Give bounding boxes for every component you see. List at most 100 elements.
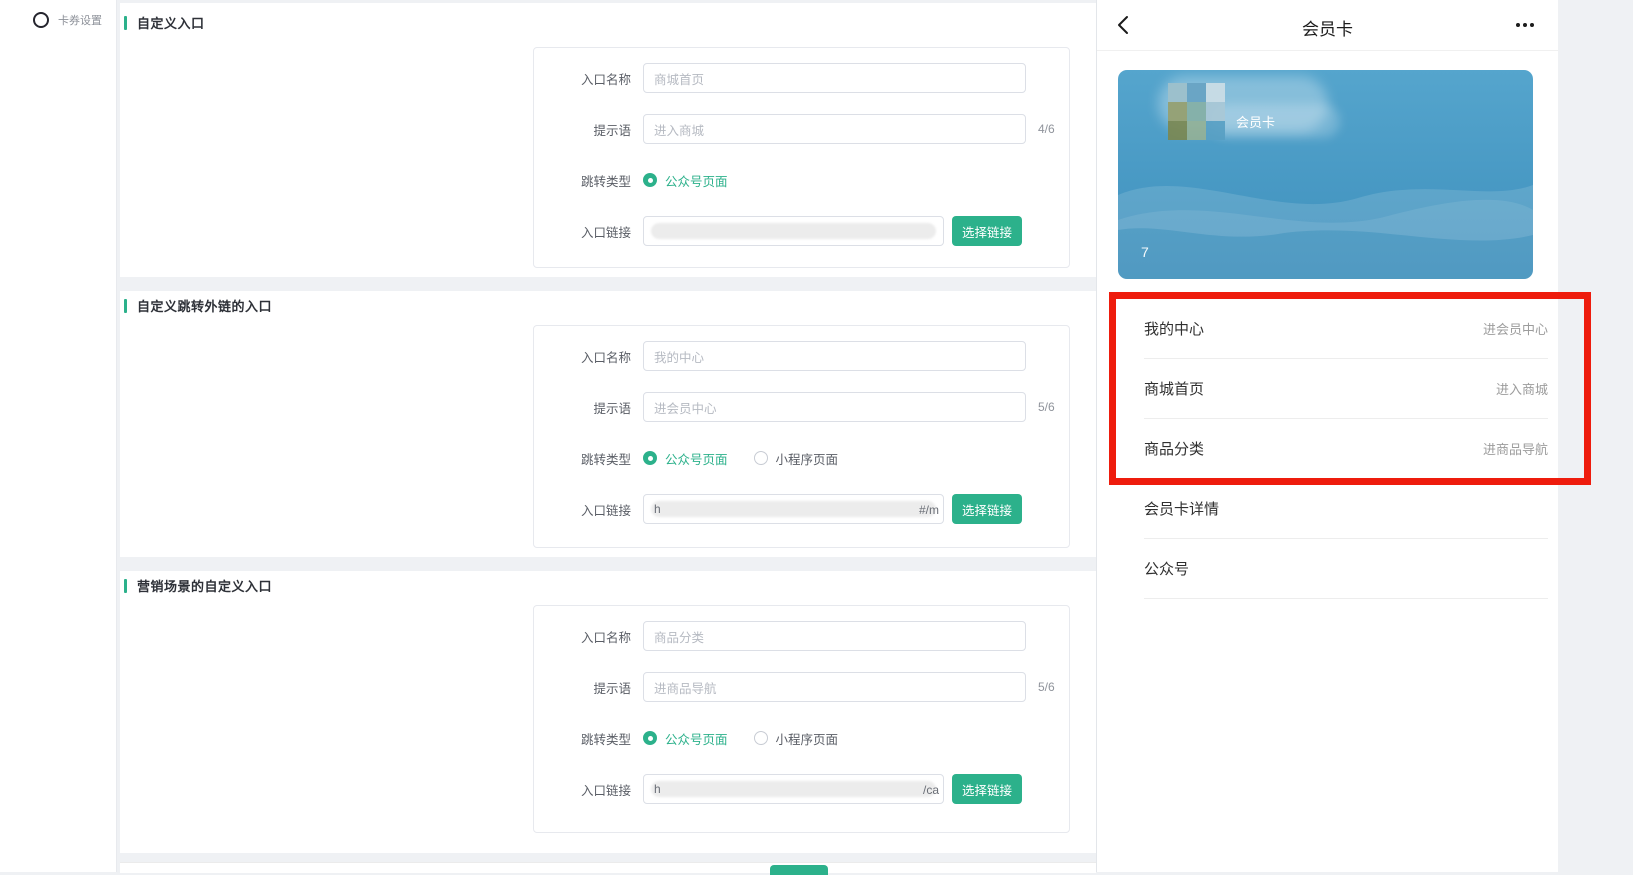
char-counter: 4/6	[1038, 122, 1055, 136]
section-title-text: 营销场景的自定义入口	[137, 576, 272, 595]
list-item-hint: 进商品导航	[1483, 439, 1548, 458]
radio-option[interactable]: 公众号页面	[643, 729, 728, 748]
blurred-link-value	[651, 501, 936, 517]
choose-link-button[interactable]: 选择链接	[952, 216, 1022, 246]
more-menu-icon[interactable]	[1516, 23, 1534, 27]
form-box: 入口名称商城首页提示语 进入商城 4/6 跳转类型 公众号页面入口链接 选择链接	[533, 47, 1070, 268]
radio-option-label: 小程序页面	[776, 449, 839, 468]
form-section-card: 自定义入口入口名称商城首页提示语 进入商城 4/6 跳转类型 公众号页面入口链接 选择链接	[120, 3, 1096, 277]
field-label: 跳转类型	[549, 729, 631, 748]
form-row: 入口链接 h#/m 选择链接	[549, 494, 1069, 524]
field-label: 提示语	[549, 398, 631, 417]
settings-form-area: 自定义入口入口名称商城首页提示语进入商城4/6跳转类型公众号页面入口链接选择链接…	[117, 0, 1096, 872]
input-value: 进商品导航	[654, 678, 717, 697]
radio-option[interactable]: 小程序页面	[754, 729, 839, 748]
list-item[interactable]: 公众号	[1144, 539, 1548, 599]
field-label: 跳转类型	[549, 449, 631, 468]
form-box: 入口名称商品分类提示语进商品导航5/6跳转类型公众号页面小程序页面入口链接h/c…	[533, 605, 1070, 833]
list-item-label: 我的中心	[1144, 318, 1204, 339]
section-title: 营销场景的自定义入口	[124, 576, 272, 595]
form-row: 提示语 进会员中心 5/6	[549, 392, 1069, 422]
radio-selected-icon	[643, 451, 657, 465]
footer-bar	[120, 862, 1096, 873]
form-box: 入口名称我的中心提示语 进会员中心 5/6 跳转类型 公众号页面 小程序页面入口链接 h#/…	[533, 325, 1070, 548]
list-item-label: 公众号	[1144, 558, 1189, 579]
link-input[interactable]	[643, 216, 944, 246]
card-number: 7	[1141, 244, 1149, 260]
radio-selected-icon	[643, 173, 657, 187]
section-title-bar-icon	[124, 16, 127, 30]
radio-option-label: 公众号页面	[665, 449, 728, 468]
sidebar-item-card-settings[interactable]: 卡券设置	[33, 12, 102, 28]
radio-option[interactable]: 公众号页面	[643, 449, 728, 468]
radio-unselected-icon	[754, 731, 768, 745]
text-input[interactable]: 进入商城	[643, 114, 1026, 144]
list-item[interactable]: 会员卡详情	[1144, 479, 1548, 539]
blurred-link-value	[651, 223, 936, 239]
list-item-label: 会员卡详情	[1144, 498, 1219, 519]
input-value: 我的中心	[654, 347, 704, 366]
entry-list: 我的中心 进会员中心商城首页 进入商城商品分类 进商品导航会员卡详情公众号	[1144, 299, 1548, 599]
field-label: 提示语	[549, 678, 631, 697]
list-item-hint: 进入商城	[1496, 379, 1548, 398]
link-input[interactable]: h/ca	[643, 774, 944, 804]
link-prefix: h	[654, 502, 661, 516]
form-row: 提示语 进入商城 4/6	[549, 114, 1069, 144]
radio-unselected-icon	[754, 451, 768, 465]
form-section-card: 自定义跳转外链的入口入口名称我的中心提示语 进会员中心 5/6 跳转类型 公众号页面 小程…	[120, 291, 1096, 557]
link-input[interactable]: h#/m	[643, 494, 944, 524]
input-value: 商城首页	[654, 69, 704, 88]
link-prefix: h	[654, 782, 661, 796]
text-input[interactable]: 我的中心	[643, 341, 1026, 371]
sidebar: 卡券设置	[0, 0, 117, 872]
section-title-bar-icon	[124, 299, 127, 313]
section-title-text: 自定义入口	[137, 13, 205, 32]
char-counter: 5/6	[1038, 680, 1055, 694]
form-row: 入口名称商城首页	[549, 63, 1069, 93]
field-label: 入口链接	[549, 222, 631, 241]
blurred-link-value	[651, 781, 936, 797]
list-item-hint: 进会员中心	[1483, 319, 1548, 338]
radio-option-label: 公众号页面	[665, 729, 728, 748]
text-input[interactable]: 商品分类	[643, 621, 1026, 651]
field-label: 提示语	[549, 120, 631, 139]
list-item[interactable]: 商品分类 进商品导航	[1144, 419, 1548, 479]
phone-page-title: 会员卡	[1097, 15, 1558, 40]
radio-option[interactable]: 公众号页面	[643, 171, 728, 190]
choose-link-button[interactable]: 选择链接	[952, 494, 1022, 524]
char-counter: 5/6	[1038, 400, 1055, 414]
input-value: 商品分类	[654, 627, 704, 646]
radio-option-label: 公众号页面	[665, 171, 728, 190]
field-label: 入口名称	[549, 627, 631, 646]
form-row: 提示语 进商品导航 5/6	[549, 672, 1069, 702]
form-row: 入口名称我的中心	[549, 341, 1069, 371]
input-value: 进会员中心	[654, 398, 717, 417]
form-row: 入口链接h/ca选择链接	[549, 774, 1069, 804]
form-row: 入口链接 选择链接	[549, 216, 1069, 246]
list-item[interactable]: 我的中心 进会员中心	[1144, 299, 1548, 359]
section-title: 自定义跳转外链的入口	[124, 296, 272, 315]
phone-preview: 会员卡 会员卡 7 我的中心 进会员中心商城首页 进入商城商品分类 进商品导航会员卡详…	[1096, 0, 1558, 872]
phone-header: 会员卡	[1097, 0, 1558, 51]
input-value: 进入商城	[654, 120, 704, 139]
text-input[interactable]: 商城首页	[643, 63, 1026, 93]
sidebar-item-label: 卡券设置	[58, 12, 102, 28]
membership-card: 会员卡 7	[1118, 70, 1533, 279]
save-button[interactable]	[770, 865, 828, 875]
field-label: 入口链接	[549, 500, 631, 519]
field-label: 跳转类型	[549, 171, 631, 190]
radio-option[interactable]: 小程序页面	[754, 449, 839, 468]
text-input[interactable]: 进商品导航	[643, 672, 1026, 702]
list-item[interactable]: 商城首页 进入商城	[1144, 359, 1548, 419]
radio-selected-icon	[643, 731, 657, 745]
list-item-label: 商城首页	[1144, 378, 1204, 399]
radio-icon	[33, 12, 49, 28]
form-row: 跳转类型 公众号页面 小程序页面	[549, 723, 1069, 753]
card-wave-decoration	[1118, 70, 1533, 279]
list-item-label: 商品分类	[1144, 438, 1204, 459]
form-row: 入口名称 商品分类	[549, 621, 1069, 651]
radio-option-label: 小程序页面	[776, 729, 839, 748]
choose-link-button[interactable]: 选择链接	[952, 774, 1022, 804]
text-input[interactable]: 进会员中心	[643, 392, 1026, 422]
card-title: 会员卡	[1236, 112, 1275, 131]
